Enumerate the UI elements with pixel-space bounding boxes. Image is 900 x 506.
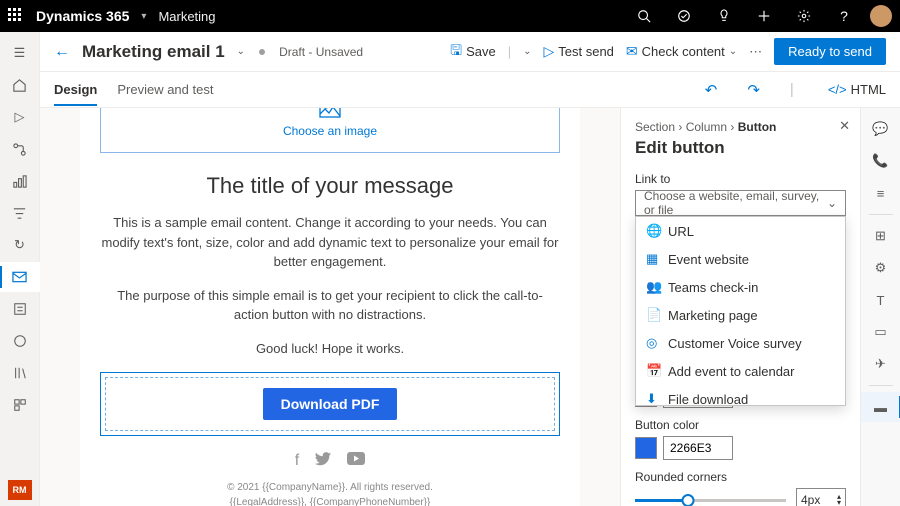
nav-item[interactable] [0, 326, 40, 356]
left-nav-rail: ☰ ▷ ↻ RM [0, 32, 40, 506]
page-title: Marketing email 1 [82, 42, 225, 62]
persona-badge[interactable]: RM [8, 480, 32, 500]
tool-send[interactable]: ✈ [861, 349, 900, 379]
tool-layout[interactable]: ▭ [861, 317, 900, 347]
link-to-select[interactable]: Choose a website, email, survey, or file… [635, 190, 846, 216]
tool-button-props[interactable]: ▬ [861, 392, 900, 422]
label-link-to: Link to [635, 172, 846, 186]
option-survey[interactable]: ◎Customer Voice survey [636, 329, 845, 357]
tab-design[interactable]: Design [54, 74, 97, 105]
test-send-button[interactable]: ▷Test send [543, 43, 613, 60]
gear-icon[interactable] [790, 2, 818, 30]
save-button[interactable]: 🖫Save [450, 40, 496, 64]
button-color-input[interactable] [663, 436, 733, 460]
properties-panel: ✕ Section › Column › Button Edit button … [620, 108, 860, 506]
option-download[interactable]: ⬇File download [636, 385, 845, 406]
nav-home[interactable] [0, 70, 40, 100]
status-dot [259, 49, 265, 55]
option-teams[interactable]: 👥Teams check-in [636, 273, 845, 301]
area-name[interactable]: Marketing [158, 9, 215, 24]
nav-journeys[interactable] [0, 134, 40, 164]
global-topbar: Dynamics 365 ▾ Marketing ? [0, 0, 900, 32]
separator: | [508, 44, 511, 59]
chevron-down-icon[interactable]: ⌄ [237, 46, 245, 57]
nav-analytics[interactable] [0, 166, 40, 196]
nav-refresh[interactable]: ↻ [0, 230, 40, 260]
chevron-down-icon: ▾ [141, 11, 146, 22]
email-paragraph[interactable]: The purpose of this simple email is to g… [100, 286, 560, 325]
undo-button[interactable]: ↶ [705, 81, 718, 99]
tab-bar: Design Preview and test ↶ ↷ | </>HTML [40, 72, 900, 108]
label-rounded: Rounded corners [635, 470, 846, 484]
tool-text[interactable]: T [861, 285, 900, 315]
facebook-icon[interactable]: f [295, 452, 299, 470]
social-row: f [100, 452, 560, 470]
email-footer[interactable]: © 2021 {{CompanyName}}. All rights reser… [100, 480, 560, 506]
html-button[interactable]: </>HTML [828, 82, 886, 97]
rounded-input[interactable]: 4px▴▾ [796, 488, 846, 506]
right-tool-rail: 💬 📞 ≡ ⊞ ⚙ T ▭ ✈ ▬ [860, 108, 900, 506]
help-icon[interactable]: ? [830, 2, 858, 30]
plus-icon[interactable] [750, 2, 778, 30]
nav-more[interactable] [0, 390, 40, 420]
tool-elements[interactable]: ⊞ [861, 221, 900, 251]
status-text: Draft - Unsaved [279, 45, 363, 59]
button-selection[interactable]: Download PDF [100, 372, 560, 436]
option-event[interactable]: ▦Event website [636, 245, 845, 273]
breadcrumb: Section › Column › Button [635, 120, 846, 134]
download-icon: ⬇ [646, 391, 660, 406]
email-title[interactable]: The title of your message [100, 173, 560, 199]
nav-email[interactable] [0, 262, 40, 292]
panel-heading: Edit button [635, 138, 846, 158]
task-icon[interactable] [670, 2, 698, 30]
app-launcher-icon[interactable] [8, 8, 24, 24]
website-icon: ▦ [646, 251, 660, 267]
search-icon[interactable] [630, 2, 658, 30]
button-color-swatch[interactable] [635, 437, 657, 459]
check-content-button[interactable]: ✉Check content⌄ [626, 43, 737, 60]
image-placeholder[interactable]: Choose an image [100, 108, 560, 153]
option-calendar[interactable]: 📅Add event to calendar [636, 357, 845, 385]
nav-play[interactable]: ▷ [0, 102, 40, 132]
ready-to-send-button[interactable]: Ready to send [774, 38, 886, 65]
nav-hamburger[interactable]: ☰ [0, 38, 40, 68]
redo-button[interactable]: ↷ [747, 81, 760, 99]
tool-settings[interactable]: ⚙ [861, 253, 900, 283]
tool-list[interactable]: ≡ [861, 178, 900, 208]
email-canvas: Choose an image The title of your messag… [40, 108, 620, 506]
page-icon: 📄 [646, 307, 660, 323]
more-icon[interactable]: ⋯ [749, 44, 762, 60]
brand-name[interactable]: Dynamics 365 [36, 8, 129, 24]
cta-button[interactable]: Download PDF [263, 388, 398, 420]
email-paragraph[interactable]: Good luck! Hope it works. [100, 339, 560, 359]
survey-icon: ◎ [646, 335, 660, 351]
nav-library[interactable] [0, 358, 40, 388]
twitter-icon[interactable] [315, 452, 331, 470]
tab-preview[interactable]: Preview and test [117, 74, 213, 105]
save-dropdown[interactable]: ⌄ [523, 46, 531, 57]
calendar-icon: 📅 [646, 363, 660, 379]
label-button-color: Button color [635, 418, 846, 432]
command-bar: ← Marketing email 1 ⌄ Draft - Unsaved 🖫S… [40, 32, 900, 72]
rounded-slider[interactable] [635, 499, 786, 502]
youtube-icon[interactable] [347, 452, 365, 470]
lightbulb-icon[interactable] [710, 2, 738, 30]
option-marketing[interactable]: 📄Marketing page [636, 301, 845, 329]
globe-icon: 🌐 [646, 223, 660, 239]
tool-chat[interactable]: 💬 [861, 114, 900, 144]
chevron-down-icon: ⌄ [827, 196, 837, 210]
option-url[interactable]: 🌐URL [636, 217, 845, 245]
back-button[interactable]: ← [54, 43, 70, 61]
tool-phone[interactable]: 📞 [861, 146, 900, 176]
teams-icon: 👥 [646, 279, 660, 295]
close-icon[interactable]: ✕ [839, 118, 850, 134]
email-paragraph[interactable]: This is a sample email content. Change i… [100, 213, 560, 272]
nav-forms[interactable] [0, 294, 40, 324]
link-to-dropdown: 🌐URL ▦Event website 👥Teams check-in 📄Mar… [635, 216, 846, 406]
user-avatar[interactable] [870, 5, 892, 27]
nav-segments[interactable] [0, 198, 40, 228]
